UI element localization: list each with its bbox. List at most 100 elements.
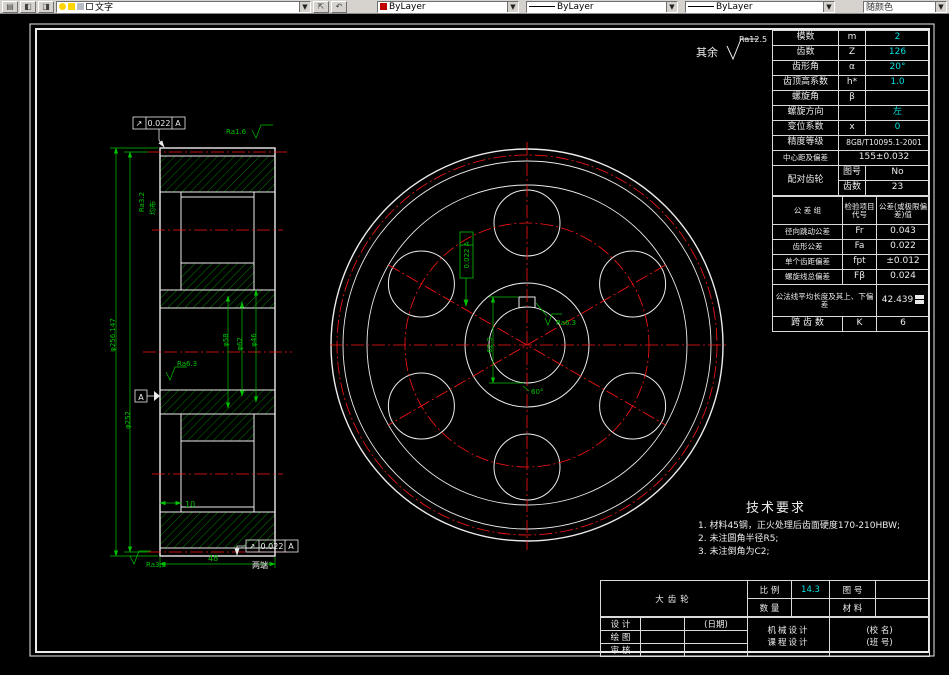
plot-style-dropdown[interactable]: 随颜色 ▼: [863, 0, 947, 13]
param-value: 左: [865, 105, 930, 121]
layer-dropdown[interactable]: 文字 ▼: [56, 0, 311, 13]
make-object-layer-current-icon[interactable]: ⇱: [313, 0, 329, 13]
table-row: 跨 齿 数K6: [772, 316, 930, 332]
check-name-cell: [640, 643, 685, 657]
chevron-down-icon[interactable]: ▼: [935, 1, 946, 12]
param-symbol: Fa: [842, 239, 877, 255]
tech-req-item: 1. 材料45钢，正火处理后齿面硬度170-210HBW;: [698, 521, 901, 531]
gear-parameter-table: 模数 m 2 齿数 Z 126 齿形角 α 20° 齿顶高系数 h* 1.0 螺旋角 β 螺旋方向…: [772, 30, 930, 332]
title-block-lower: 设 计 (日期) 机械设计 课程设计 (校 名) (班 号) 绘 图 审 核: [600, 617, 930, 657]
param-label: 齿数: [838, 180, 866, 196]
chevron-down-icon[interactable]: ▼: [666, 1, 677, 12]
section-view-centerlines: [143, 151, 292, 553]
param-label: 模数: [772, 30, 839, 46]
material-value: [875, 598, 930, 617]
dim-face-width: 48: [208, 554, 218, 563]
base-tangent-label: 公法线平均长度及其上、下偏差: [772, 284, 877, 317]
param-label: 螺旋角: [772, 90, 839, 106]
table-row: 设 计 (日期) 机械设计 课程设计 (校 名) (班 号): [600, 617, 930, 657]
param-label: 齿形角: [772, 60, 839, 76]
tolerance-value: 0.022: [261, 542, 284, 551]
table-row: 公法线平均长度及其上、下偏差 42.439: [772, 284, 930, 317]
dim-recess-depth: 10: [185, 500, 195, 509]
param-value: 8GB/T10095.1-2001: [838, 135, 930, 151]
dim-keyway-angle: 60°: [531, 388, 543, 396]
param-label: 径向跳动公差: [772, 224, 843, 240]
tolerance-symbol: ↗: [136, 119, 143, 128]
tolerance-value: 0.022: [148, 119, 171, 128]
param-label: 精度等级: [772, 135, 839, 151]
param-label: 图号: [838, 165, 866, 181]
table-row: 模数 m 2: [772, 30, 930, 46]
dim-hub-diameter: φ62: [236, 337, 244, 351]
lineweight-dropdown[interactable]: ByLayer ▼: [685, 0, 835, 13]
param-label: 跨 齿 数: [772, 316, 843, 332]
table-row: 配对齿轮 图号 No: [772, 165, 930, 196]
table-row: 中心距及偏差 155±0.032: [772, 150, 930, 166]
check-label: 审 核: [600, 643, 641, 657]
tolerance-blocks: [915, 295, 925, 305]
param-symbol: Z: [838, 45, 866, 61]
param-symbol: x: [838, 120, 866, 136]
table-row: 齿形角 α 20°: [772, 60, 930, 76]
course-name: 机械设计 课程设计: [747, 617, 830, 657]
dim-inner-diameter: φ46: [250, 333, 258, 347]
param-symbol: β: [838, 90, 866, 106]
linetype-dropdown[interactable]: ByLayer ▼: [526, 0, 678, 13]
quantity-label: 数 量: [747, 598, 792, 617]
table-row: 大齿轮 比 例 14.3 图 号: [600, 580, 930, 617]
param-label: 齿数: [772, 45, 839, 61]
table-row: 螺旋方向 左: [772, 105, 930, 121]
layer-properties-icon[interactable]: ▤: [2, 0, 18, 13]
layer-previous-icon[interactable]: ↶: [331, 0, 347, 13]
table-row: 变位系数 x 0: [772, 120, 930, 136]
cad-application: { "toolbar": { "layer_value": "文字", "col…: [0, 0, 949, 675]
table-row: 齿形公差 Fa 0.022: [772, 239, 930, 255]
param-value: 0.022: [876, 239, 930, 255]
inspection-item-header: 检验项目代号: [842, 196, 877, 225]
table-row: 公 差 组检验项目代号 公差(或极限偏差)值: [772, 196, 930, 225]
param-symbol: Fβ: [842, 269, 877, 285]
param-value: 1.0: [865, 75, 930, 91]
layer-states-icon[interactable]: ◧: [20, 0, 36, 13]
linetype-sample-icon: [529, 6, 555, 7]
roughness-ra32-top: Ra3.2: [138, 192, 146, 212]
layer-color-swatch: [86, 3, 93, 10]
tolerance-group-header: 公 差 组: [772, 196, 843, 225]
gear-parameter-table-upper: 模数 m 2 齿数 Z 126 齿形角 α 20° 齿顶高系数 h* 1.0 螺旋角 β 螺旋方向…: [772, 30, 930, 196]
tolerance-header: 公差(或极限偏差)值: [876, 196, 930, 225]
table-row: 精度等级 8GB/T10095.1-2001: [772, 135, 930, 151]
title-block: 大齿轮 比 例 14.3 图 号 数 量 材 料 设 计 (日期) 机械设计 课…: [600, 580, 930, 657]
design-name-cell: [640, 617, 685, 631]
current-lineweight: ByLayer: [716, 1, 753, 12]
label-both-ends: 两端: [252, 560, 268, 570]
param-symbol: Fr: [842, 224, 877, 240]
lineweight-sample-icon: [688, 6, 714, 7]
param-value: 6: [876, 316, 930, 332]
check-date-cell: [684, 643, 748, 657]
tolerance-side-text: 0.022 A: [463, 241, 471, 268]
param-symbol: [838, 105, 866, 121]
dim-keyway-depth: 62.3: [486, 337, 494, 353]
tech-req-title: 技术要求: [746, 501, 807, 516]
chevron-down-icon[interactable]: ▼: [823, 1, 834, 12]
scale-value: 14.3: [791, 580, 830, 599]
color-swatch: [380, 3, 387, 10]
chevron-down-icon[interactable]: ▼: [507, 1, 518, 12]
param-label: 齿顶高系数: [772, 75, 839, 91]
layer-lock-icon: [77, 3, 84, 10]
layer-thaw-icon: [68, 3, 75, 10]
current-plot-style: 随颜色: [866, 3, 894, 13]
tech-req-item: 3. 未注倒角为C2;: [698, 547, 770, 557]
tolerance-datum: A: [288, 542, 294, 551]
technical-requirements: 技术要求 1. 材料45钢，正火处理后齿面硬度170-210HBW; 2. 未注…: [698, 497, 906, 559]
color-dropdown[interactable]: ByLayer ▼: [377, 0, 519, 13]
gear-parameter-table-lower: 公 差 组检验项目代号 公差(或极限偏差)值 径向跳动公差 Fr 0.043 齿形公差…: [772, 196, 930, 332]
param-label: 螺旋线总偏差: [772, 269, 843, 285]
scale-label: 比 例: [747, 580, 792, 599]
chevron-down-icon[interactable]: ▼: [299, 1, 310, 12]
param-symbol: fpt: [842, 254, 877, 270]
tolerance-symbol: ↗: [249, 542, 256, 551]
layer-filter-icon[interactable]: ◨: [38, 0, 54, 13]
drawing-no-value: [875, 580, 930, 599]
